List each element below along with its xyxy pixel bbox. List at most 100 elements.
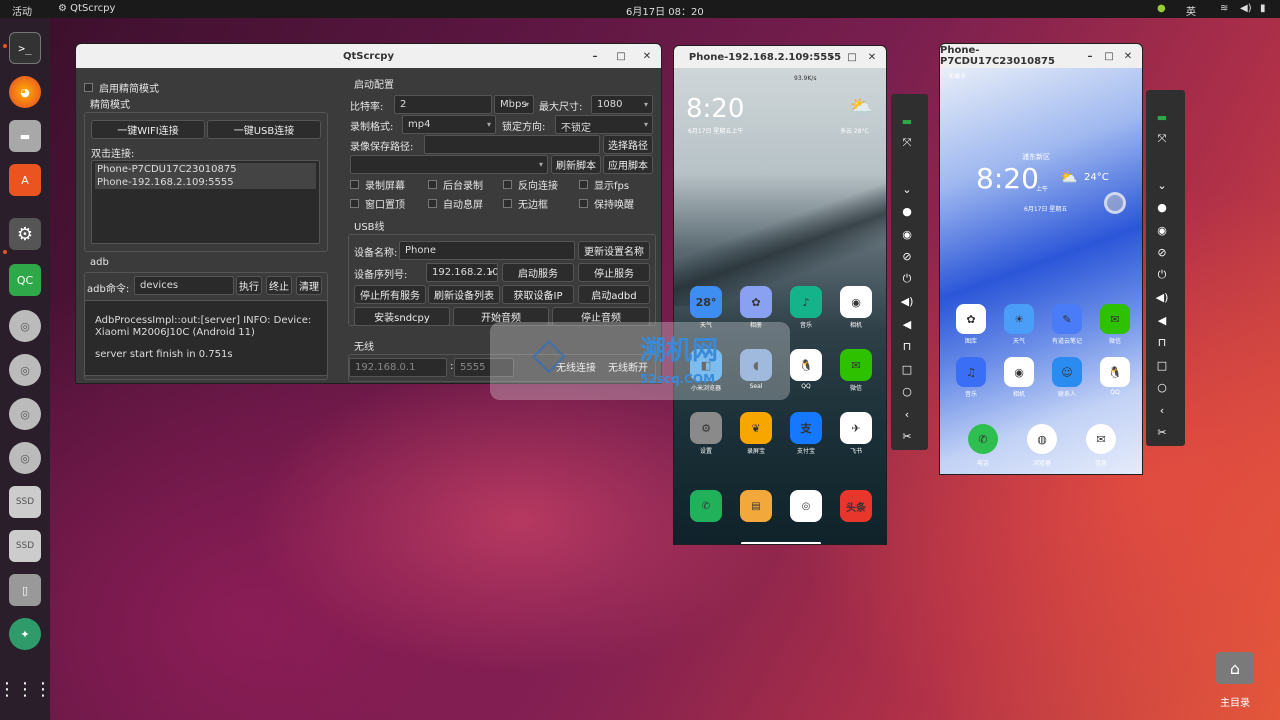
- clear-button[interactable]: 清理: [296, 276, 322, 295]
- switch-icon[interactable]: ▬: [897, 112, 917, 130]
- auto-screen-off-checkbox[interactable]: 自动息屏: [428, 196, 483, 211]
- device-list[interactable]: Phone-P7CDU17C23010875 Phone-192.168.2.1…: [91, 160, 320, 244]
- simple-mode-checkbox[interactable]: 启用精简模式: [84, 80, 159, 95]
- app-icon[interactable]: ◉: [840, 286, 872, 318]
- app-icon[interactable]: 🐧: [1100, 357, 1130, 387]
- app-icon[interactable]: ❦: [740, 412, 772, 444]
- minimize-icon[interactable]: –: [1082, 48, 1098, 64]
- usb-connect-button[interactable]: 一键USB连接: [207, 120, 321, 139]
- home-folder-icon[interactable]: ⌂: [1216, 652, 1254, 684]
- show-apps-icon[interactable]: ⋮⋮⋮: [0, 673, 52, 705]
- app-icon[interactable]: 28°: [690, 286, 722, 318]
- eye-icon[interactable]: ◉: [1152, 221, 1172, 239]
- stop-service-button[interactable]: 停止服务: [578, 263, 650, 282]
- eye-icon[interactable]: ◉: [897, 225, 917, 243]
- stay-awake-checkbox[interactable]: 保持唤醒: [579, 196, 634, 211]
- fullscreen-icon[interactable]: ⤧: [1152, 130, 1172, 148]
- collapse-icon[interactable]: ⌄: [897, 180, 917, 198]
- bitrate-input[interactable]: 2: [394, 95, 492, 114]
- start-service-button[interactable]: 启动服务: [502, 263, 574, 282]
- disk-icon[interactable]: ◎: [9, 398, 41, 430]
- stop-all-services-button[interactable]: 停止所有服务: [354, 285, 426, 304]
- install-sndcpy-button[interactable]: 安装sndcpy: [354, 307, 450, 326]
- maximize-icon[interactable]: □: [1101, 48, 1117, 64]
- eye-off-icon[interactable]: ⊘: [1152, 244, 1172, 262]
- dot-icon[interactable]: ●: [1152, 199, 1172, 217]
- volume-up-icon[interactable]: ◀): [1152, 289, 1172, 307]
- dock-app-icon[interactable]: ◎: [790, 490, 822, 522]
- recent-icon[interactable]: ○: [897, 383, 917, 401]
- volume-down-icon[interactable]: ◀: [897, 315, 917, 333]
- wifi-icon[interactable]: ≋: [1220, 3, 1228, 14]
- fullscreen-icon[interactable]: ⤧: [897, 134, 917, 152]
- dot-icon[interactable]: ●: [897, 203, 917, 221]
- refresh-devices-button[interactable]: 刷新设备列表: [428, 285, 500, 304]
- home-icon[interactable]: □: [1152, 356, 1172, 374]
- app-icon[interactable]: ⚙: [690, 412, 722, 444]
- maximize-icon[interactable]: □: [844, 49, 860, 65]
- dock-app-icon[interactable]: ✆: [968, 424, 998, 454]
- wireless-ip-input[interactable]: 192.168.0.1: [349, 358, 447, 377]
- get-device-ip-button[interactable]: 获取设备IP: [502, 285, 574, 304]
- refresh-script-button[interactable]: 刷新脚本: [551, 155, 601, 174]
- record-screen-checkbox[interactable]: 录制屏幕: [350, 177, 405, 192]
- app-icon[interactable]: ☺: [1052, 357, 1082, 387]
- start-adbd-button[interactable]: 启动adbd: [578, 285, 650, 304]
- update-icon[interactable]: ●: [1157, 3, 1166, 14]
- terminal-icon[interactable]: >_: [9, 32, 41, 64]
- screenshot-icon[interactable]: ✂: [1152, 424, 1172, 442]
- close-icon[interactable]: ✕: [639, 48, 655, 64]
- frameless-checkbox[interactable]: 无边框: [503, 196, 548, 211]
- device-list-item[interactable]: Phone-192.168.2.109:5555: [95, 176, 316, 189]
- window-titlebar[interactable]: Phone-P7CDU17C23010875 – □ ✕: [940, 44, 1142, 68]
- phone1-screen[interactable]: 93.9K/s 8:20 6月17日 星期五上午 ⛅ 多云 28°C 28° 天气…: [674, 68, 886, 544]
- network-app-icon[interactable]: ✦: [9, 618, 41, 650]
- terminate-button[interactable]: 终止: [266, 276, 292, 295]
- input-method[interactable]: 英: [1186, 3, 1196, 18]
- back-icon[interactable]: ‹: [1152, 401, 1172, 419]
- dock-app-icon[interactable]: ◍: [1027, 424, 1057, 454]
- firefox-icon[interactable]: ◕: [9, 76, 41, 108]
- disk-icon[interactable]: ◎: [9, 354, 41, 386]
- close-icon[interactable]: ✕: [1120, 48, 1136, 64]
- bitrate-unit-select[interactable]: Mbps ▾: [494, 95, 534, 114]
- phone2-screen[interactable]: 未插卡 浦东新区 8:20 上午 ⛅ 24°C 6月17日 星期五 ✿ 图库 ☀ 天气…: [940, 68, 1142, 474]
- app-switch-icon[interactable]: ⊓: [1152, 334, 1172, 352]
- adb-command-input[interactable]: devices: [134, 276, 234, 295]
- save-path-input[interactable]: [424, 135, 600, 154]
- app-icon[interactable]: ✉: [1100, 304, 1130, 334]
- recent-icon[interactable]: ○: [1152, 379, 1172, 397]
- app-center-icon[interactable]: A: [9, 164, 41, 196]
- app-icon[interactable]: ✿: [740, 286, 772, 318]
- window-titlebar[interactable]: QtScrcpy – □ ✕: [76, 44, 661, 68]
- app-icon[interactable]: ♪: [790, 286, 822, 318]
- device-name-input[interactable]: Phone: [399, 241, 575, 260]
- volume-icon[interactable]: ◀): [1240, 3, 1252, 14]
- screenshot-icon[interactable]: ✂: [897, 428, 917, 446]
- max-size-select[interactable]: 1080 ▾: [591, 95, 653, 114]
- record-format-select[interactable]: mp4 ▾: [402, 115, 496, 134]
- log-output[interactable]: AdbProcessImpl::out:[server] INFO: Devic…: [84, 300, 328, 376]
- minimize-icon[interactable]: –: [587, 48, 603, 64]
- clock[interactable]: 6月17日 08：20: [626, 3, 704, 18]
- reverse-connect-checkbox[interactable]: 反向连接: [503, 177, 558, 192]
- battery-icon[interactable]: ▮: [1260, 3, 1266, 14]
- power-icon[interactable]: ⏻: [1152, 266, 1172, 284]
- files-icon[interactable]: ▬: [9, 120, 41, 152]
- app-icon[interactable]: ☀: [1004, 304, 1034, 334]
- app-icon[interactable]: ◉: [1004, 357, 1034, 387]
- collapse-icon[interactable]: ⌄: [1152, 176, 1172, 194]
- select-path-button[interactable]: 选择路径: [603, 135, 653, 154]
- update-name-button[interactable]: 更新设置名称: [578, 241, 650, 260]
- floating-ball[interactable]: [1104, 192, 1126, 214]
- serial-select[interactable]: 192.168.2.10 ▾: [426, 263, 498, 282]
- ssd-icon[interactable]: SSD: [9, 486, 41, 518]
- home-icon[interactable]: □: [897, 360, 917, 378]
- phone-device-icon[interactable]: ▯: [9, 574, 41, 606]
- always-on-top-checkbox[interactable]: 窗口置顶: [350, 196, 405, 211]
- disk-icon[interactable]: ◎: [9, 310, 41, 342]
- wifi-connect-button[interactable]: 一键WIFI连接: [91, 120, 205, 139]
- dock-app-icon[interactable]: 头条: [840, 490, 872, 522]
- execute-button[interactable]: 执行: [236, 276, 262, 295]
- apply-script-button[interactable]: 应用脚本: [603, 155, 653, 174]
